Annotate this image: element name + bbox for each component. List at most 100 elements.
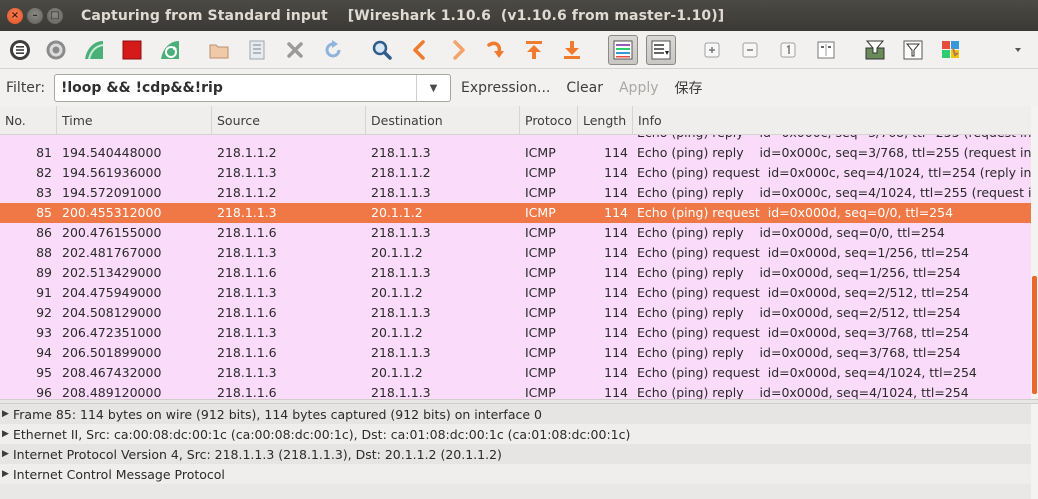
detail-row-frame[interactable]: ▶ Frame 85: 114 bytes on wire (912 bits)… xyxy=(0,404,1031,424)
cell-info: Echo (ping) request id=0x000c, seq=4/102… xyxy=(637,165,1031,180)
expand-triangle-icon[interactable]: ▶ xyxy=(2,429,13,439)
cell-length: 114 xyxy=(604,285,628,300)
cell-time: 200.476155000 xyxy=(62,225,162,240)
detail-row-ipv4[interactable]: ▶ Internet Protocol Version 4, Src: 218.… xyxy=(0,444,1031,464)
table-row[interactable]: 82 194.561936000 218.1.1.3 218.1.1.2 ICMP 114… xyxy=(0,163,1031,183)
cell-info: Echo (ping) request id=0x000d, seq=2/512… xyxy=(637,285,969,300)
table-row[interactable]: 93 206.472351000 218.1.1.3 20.1.1.2 ICMP 114 E… xyxy=(0,323,1031,343)
more-icon[interactable] xyxy=(1012,37,1024,63)
cell-length: 114 xyxy=(604,325,628,340)
cell-protocol: ICMP xyxy=(525,345,556,360)
cell-time: 206.472351000 xyxy=(62,325,162,340)
expand-triangle-icon[interactable]: ▶ xyxy=(2,409,13,419)
cell-info: Echo (ping) request id=0x000d, seq=3/768… xyxy=(637,325,969,340)
expression-button[interactable]: Expression... xyxy=(461,80,550,96)
save-filter-button[interactable]: 保存 xyxy=(675,78,703,98)
packet-rows: Echo (ping) reply id=0x000c, seq=3/768, … xyxy=(0,135,1031,399)
go-last-icon[interactable] xyxy=(559,37,585,63)
find-packet-icon[interactable] xyxy=(369,37,395,63)
zoom-out-icon[interactable] xyxy=(737,37,763,63)
detail-row-ethernet[interactable]: ▶ Ethernet II, Src: ca:00:08:dc:00:1c (c… xyxy=(0,424,1031,444)
cell-no: 91 xyxy=(36,285,52,300)
cell-source: 218.1.1.3 xyxy=(217,325,277,340)
table-row[interactable]: 94 206.501899000 218.1.1.6 218.1.1.3 ICMP 114… xyxy=(0,343,1031,363)
table-row-partial[interactable]: Echo (ping) reply id=0x000c, seq=3/768, … xyxy=(0,135,1031,143)
details-scrollbar[interactable] xyxy=(1031,404,1038,499)
detail-row-icmp[interactable]: ▶ Internet Control Message Protocol xyxy=(0,464,1031,484)
colorize-icon[interactable] xyxy=(608,35,638,65)
table-row[interactable]: 95 208.467432000 218.1.1.3 20.1.1.2 ICMP 114 E… xyxy=(0,363,1031,383)
column-header-time[interactable]: Time xyxy=(57,106,212,135)
table-row[interactable]: 88 202.481767000 218.1.1.3 20.1.1.2 ICMP 114 E… xyxy=(0,243,1031,263)
go-to-packet-icon[interactable] xyxy=(483,37,509,63)
cell-no: 92 xyxy=(36,305,52,320)
column-header-source[interactable]: Source xyxy=(212,106,366,135)
cell-protocol: ICMP xyxy=(525,365,556,380)
cell-destination: 218.1.1.3 xyxy=(371,385,431,399)
window-controls: × – □ xyxy=(7,7,63,24)
expand-triangle-icon[interactable]: ▶ xyxy=(2,449,13,459)
start-capture-icon[interactable] xyxy=(81,37,107,63)
packet-list-scrollbar-thumb[interactable] xyxy=(1032,276,1037,394)
table-row[interactable]: 96 208.489120000 218.1.1.6 218.1.1.3 ICMP 114… xyxy=(0,383,1031,399)
go-back-icon[interactable] xyxy=(407,37,433,63)
cell-source: 218.1.1.3 xyxy=(217,165,277,180)
table-row[interactable]: 92 204.508129000 218.1.1.6 218.1.1.3 ICMP 114… xyxy=(0,303,1031,323)
cell-length: 114 xyxy=(604,245,628,260)
table-row[interactable]: 86 200.476155000 218.1.1.6 218.1.1.3 ICMP 114… xyxy=(0,223,1031,243)
normal-size-icon[interactable] xyxy=(775,37,801,63)
cell-protocol: ICMP xyxy=(525,225,556,240)
close-window-button[interactable]: × xyxy=(7,7,23,24)
cell-protocol: ICMP xyxy=(525,285,556,300)
apply-button[interactable]: Apply xyxy=(619,80,659,96)
auto-scroll-icon[interactable] xyxy=(646,35,676,65)
stop-capture-icon[interactable] xyxy=(119,37,145,63)
table-row[interactable]: 89 202.513429000 218.1.1.6 218.1.1.3 ICMP 114… xyxy=(0,263,1031,283)
filter-input[interactable]: !loop && !cdp&&!rip ▼ xyxy=(54,74,451,102)
packet-details: ▶ Frame 85: 114 bytes on wire (912 bits)… xyxy=(0,404,1031,499)
packet-list-scrollbar[interactable] xyxy=(1031,106,1038,399)
display-filters-icon[interactable] xyxy=(900,37,926,63)
table-row-selected[interactable]: 85 200.455312000 218.1.1.3 20.1.1.2 ICMP 114 E… xyxy=(0,203,1031,223)
cell-source: 218.1.1.2 xyxy=(217,145,277,160)
cell-protocol: ICMP xyxy=(525,265,556,280)
close-file-icon[interactable] xyxy=(282,37,308,63)
minimize-window-button[interactable]: – xyxy=(27,7,43,24)
cell-destination: 20.1.1.2 xyxy=(371,245,423,260)
clear-button[interactable]: Clear xyxy=(566,80,603,96)
filter-bar: Filter: !loop && !cdp&&!rip ▼ Expression… xyxy=(0,70,1038,106)
open-file-icon[interactable] xyxy=(206,37,232,63)
cell-destination: 218.1.1.3 xyxy=(371,145,431,160)
cell-no: 89 xyxy=(36,265,52,280)
cell-length xyxy=(578,135,633,143)
cell-source: 218.1.1.6 xyxy=(217,225,277,240)
column-header-protocol[interactable]: Protoco xyxy=(520,106,578,135)
go-first-icon[interactable] xyxy=(521,37,547,63)
zoom-in-icon[interactable] xyxy=(699,37,725,63)
list-interfaces-icon[interactable] xyxy=(7,37,33,63)
packet-list-header: No. Time Source Destination Protoco Leng… xyxy=(0,106,1031,135)
filter-dropdown-icon[interactable]: ▼ xyxy=(416,75,450,101)
cell-length: 114 xyxy=(604,365,628,380)
coloring-rules-icon[interactable] xyxy=(938,37,964,63)
table-row[interactable]: 91 204.475949000 218.1.1.3 20.1.1.2 ICMP 114 E… xyxy=(0,283,1031,303)
filter-label: Filter: xyxy=(6,80,46,96)
maximize-window-button[interactable]: □ xyxy=(47,7,63,24)
table-row[interactable]: 81 194.540448000 218.1.1.2 218.1.1.3 ICMP 114… xyxy=(0,143,1031,163)
capture-options-icon[interactable] xyxy=(43,37,69,63)
cell-info: Echo (ping) reply id=0x000d, seq=0/0, tt… xyxy=(637,225,945,240)
cell-protocol: ICMP xyxy=(525,185,556,200)
expand-triangle-icon[interactable]: ▶ xyxy=(2,469,13,479)
table-row[interactable]: 83 194.572091000 218.1.1.2 218.1.1.3 ICMP 114… xyxy=(0,183,1031,203)
reload-icon[interactable] xyxy=(320,37,346,63)
resize-columns-icon[interactable] xyxy=(813,37,839,63)
column-header-no[interactable]: No. xyxy=(0,106,57,135)
column-header-info[interactable]: Info xyxy=(633,106,1031,135)
cell-destination: 20.1.1.2 xyxy=(371,205,423,220)
restart-capture-icon[interactable] xyxy=(157,37,183,63)
column-header-destination[interactable]: Destination xyxy=(366,106,520,135)
save-file-icon[interactable] xyxy=(244,37,270,63)
capture-filters-icon[interactable] xyxy=(862,37,888,63)
go-forward-icon[interactable] xyxy=(445,37,471,63)
column-header-length[interactable]: Length xyxy=(578,106,633,135)
